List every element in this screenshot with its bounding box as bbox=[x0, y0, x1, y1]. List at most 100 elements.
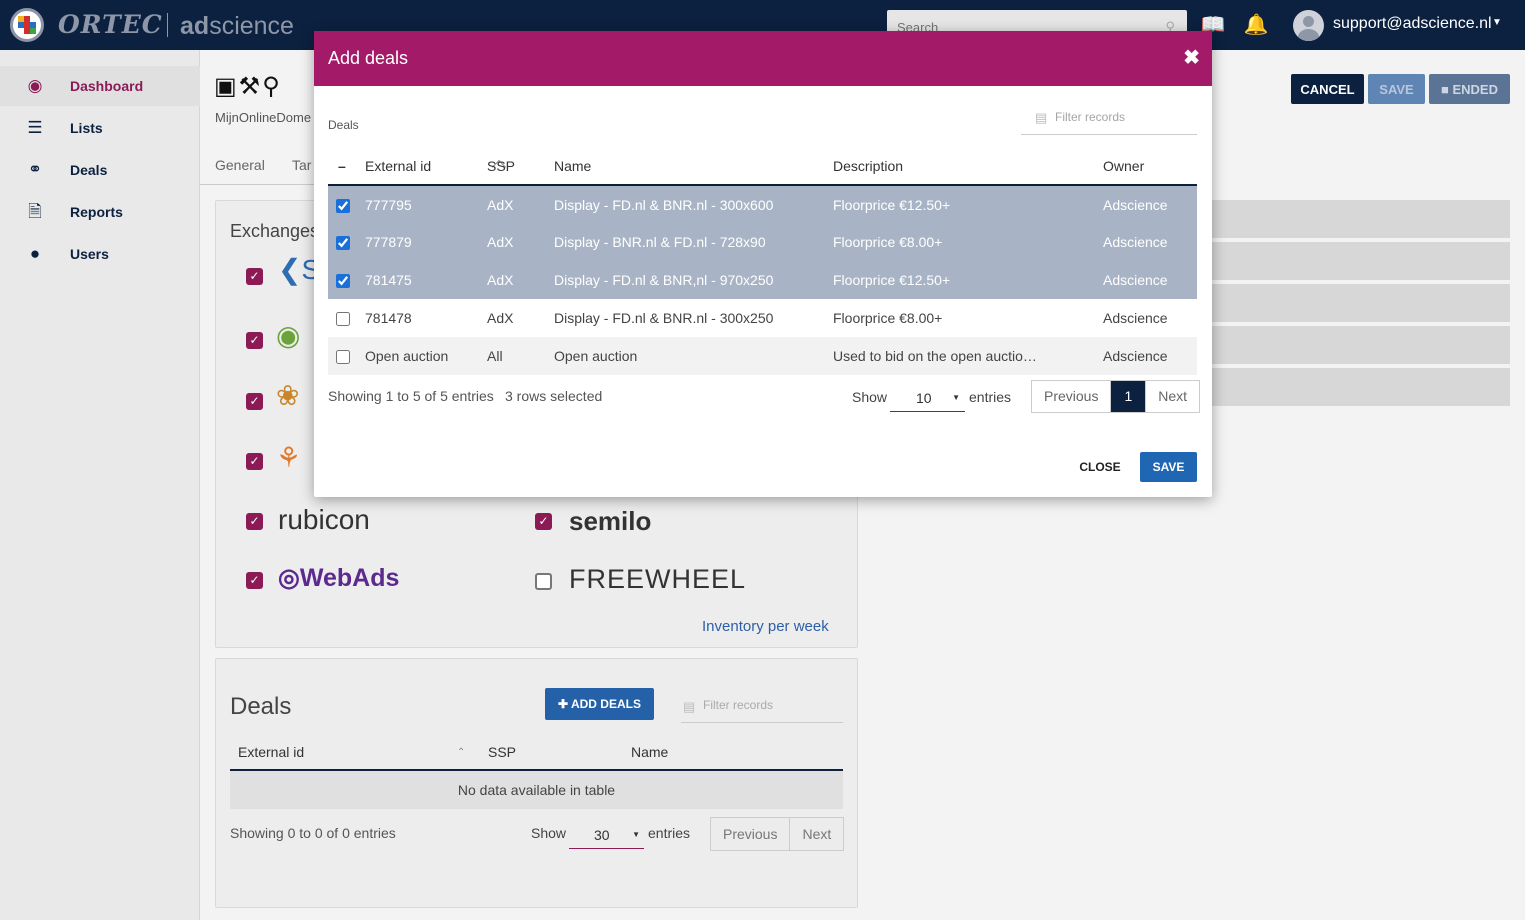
col-ssp[interactable]: SSP bbox=[487, 148, 554, 186]
caret-down-icon: ▼ bbox=[952, 393, 960, 402]
cell-owner: Adscience bbox=[1103, 299, 1197, 337]
table-row[interactable]: 777879 AdX Display - BNR.nl & FD.nl - 72… bbox=[328, 223, 1197, 261]
exchange-checkbox[interactable]: ✓ bbox=[246, 332, 263, 349]
sidebar-item-lists[interactable]: ☰ Lists bbox=[0, 108, 200, 148]
sidebar-item-users[interactable]: ● Users bbox=[0, 234, 200, 274]
sidebar-item-label: Lists bbox=[70, 120, 103, 136]
previous-button[interactable]: Previous bbox=[711, 818, 789, 850]
cell-description: Floorprice €12.50+ bbox=[833, 261, 1103, 299]
deals-card: Deals ✚ ADD DEALS ▤ Filter records Exter… bbox=[215, 658, 858, 908]
col-owner[interactable]: Owner bbox=[1103, 148, 1197, 186]
sidebar-item-dashboard[interactable]: ◉ Dashboard bbox=[0, 66, 200, 106]
col-name[interactable]: Name bbox=[554, 148, 833, 186]
user-email[interactable]: support@adscience.nl bbox=[1333, 15, 1492, 33]
cell-owner: Adscience bbox=[1103, 261, 1197, 299]
rows-selected-info: 3 rows selected bbox=[505, 388, 603, 404]
exchange-checkbox[interactable]: ✓ bbox=[246, 393, 263, 410]
page-type-icons: ▣⚒⚲ bbox=[214, 73, 282, 100]
cell-external-id: 777879 bbox=[365, 223, 487, 261]
sidebar: ◉ Dashboard ☰ Lists ⚭ Deals 🗎 Reports ● … bbox=[0, 50, 200, 920]
deals-label: Deals bbox=[328, 118, 359, 132]
cell-ssp: AdX bbox=[487, 261, 554, 299]
row-checkbox[interactable] bbox=[336, 350, 350, 365]
save-button[interactable]: SAVE bbox=[1140, 452, 1197, 482]
save-button[interactable]: SAVE bbox=[1368, 74, 1425, 104]
deals-filter[interactable]: ▤ Filter records bbox=[681, 695, 843, 723]
close-button[interactable]: CLOSE bbox=[1071, 452, 1129, 482]
ended-button[interactable]: ■ ENDED bbox=[1429, 74, 1510, 104]
col-name[interactable]: Name bbox=[631, 744, 668, 760]
exchange-checkbox[interactable]: ✓ bbox=[246, 513, 263, 530]
cell-name: Display - FD.nl & BNR,nl - 970x250 bbox=[554, 261, 833, 299]
exchange-checkbox[interactable]: ✓ bbox=[246, 572, 263, 589]
sidebar-item-deals[interactable]: ⚭ Deals bbox=[0, 150, 200, 190]
inventory-per-week-link[interactable]: Inventory per week bbox=[702, 618, 829, 635]
table-row[interactable]: Open auction All Open auction Used to bi… bbox=[328, 337, 1197, 375]
col-ssp[interactable]: SSP bbox=[488, 744, 516, 760]
filter-records[interactable]: ▤ bbox=[1021, 106, 1197, 135]
tab-targeting[interactable]: Tar bbox=[292, 157, 311, 173]
sidebar-item-label: Users bbox=[70, 246, 109, 262]
sort-asc-icon[interactable]: ⌃ bbox=[457, 747, 465, 758]
cell-name: Display - BNR.nl & FD.nl - 728x90 bbox=[554, 223, 833, 261]
page-subtitle: MijnOnlineDome bbox=[215, 110, 312, 125]
sidebar-item-reports[interactable]: 🗎 Reports bbox=[0, 192, 200, 232]
add-deals-modal: Add deals ✖ Deals ▤ – External id SSP Na… bbox=[314, 31, 1212, 497]
close-icon[interactable]: ✖ bbox=[1183, 45, 1200, 70]
page-size-select[interactable]: 10 ▼ bbox=[890, 381, 965, 412]
previous-button[interactable]: Previous bbox=[1032, 381, 1110, 412]
ortec-logo-icon bbox=[10, 8, 44, 42]
row-checkbox[interactable] bbox=[336, 312, 350, 327]
avatar[interactable] bbox=[1293, 10, 1324, 41]
add-deals-button[interactable]: ✚ ADD DEALS bbox=[545, 688, 654, 720]
cell-ssp: All bbox=[487, 337, 554, 375]
entries-label: entries bbox=[969, 389, 1012, 405]
col-external-id[interactable]: External id bbox=[365, 148, 507, 186]
sidebar-item-label: Reports bbox=[70, 204, 123, 220]
page-1-button[interactable]: 1 bbox=[1110, 381, 1146, 412]
bell-icon[interactable]: 🔔 bbox=[1243, 12, 1269, 38]
exchange-logo: ⚘ bbox=[276, 442, 302, 473]
table-row[interactable]: 781475 AdX Display - FD.nl & BNR,nl - 97… bbox=[328, 261, 1197, 299]
cell-ssp: AdX bbox=[487, 223, 554, 261]
list-icon: ☰ bbox=[27, 118, 43, 137]
exchange-checkbox[interactable]: ✓ bbox=[246, 268, 263, 285]
chevron-down-icon[interactable]: ▼ bbox=[1492, 17, 1502, 28]
cell-name: Display - FD.nl & BNR.nl - 300x250 bbox=[554, 299, 833, 337]
cell-external-id: Open auction bbox=[365, 337, 487, 375]
tab-general[interactable]: General bbox=[215, 157, 265, 173]
empty-table-message: No data available in table bbox=[230, 771, 843, 809]
filter-input[interactable] bbox=[1055, 110, 1195, 124]
page-size-select[interactable]: 30 ▼ bbox=[569, 819, 644, 849]
sidebar-item-label: Dashboard bbox=[70, 78, 144, 94]
dashboard-icon: ◉ bbox=[27, 76, 43, 95]
freewheel-logo: FREEWHEEL bbox=[569, 564, 747, 594]
row-checkbox[interactable] bbox=[336, 198, 350, 213]
exchange-logo: ❀ bbox=[276, 380, 300, 411]
deals-table-header: External id ⌃ SSP Name bbox=[230, 739, 843, 771]
sidebar-item-label: Deals bbox=[70, 162, 108, 178]
next-button[interactable]: Next bbox=[789, 818, 843, 850]
cell-description: Floorprice €12.50+ bbox=[833, 185, 1103, 223]
exchange-logo: ◉ bbox=[276, 320, 301, 351]
exchange-checkbox[interactable]: ✓ bbox=[535, 513, 552, 530]
exchange-checkbox[interactable]: ✓ bbox=[246, 453, 263, 470]
col-external-id[interactable]: External id bbox=[238, 744, 304, 760]
brand-adscience: adscience bbox=[180, 12, 294, 40]
select-all-toggle[interactable]: – bbox=[328, 148, 365, 186]
webads-logo: ◎WebAds bbox=[278, 564, 400, 592]
brand-ortec: ORTEC bbox=[58, 10, 163, 39]
row-checkbox[interactable] bbox=[336, 274, 350, 289]
cancel-button[interactable]: CANCEL bbox=[1291, 74, 1364, 104]
table-row[interactable]: 781478 AdX Display - FD.nl & BNR.nl - 30… bbox=[328, 299, 1197, 337]
show-label: Show bbox=[852, 389, 888, 405]
col-description[interactable]: Description bbox=[833, 148, 1103, 186]
cell-owner: Adscience bbox=[1103, 185, 1197, 223]
next-button[interactable]: Next bbox=[1145, 381, 1199, 412]
exchange-checkbox[interactable] bbox=[535, 573, 552, 590]
minus-icon: – bbox=[338, 158, 346, 174]
rubicon-logo: rubicon bbox=[278, 504, 370, 535]
table-row[interactable]: 777795 AdX Display - FD.nl & BNR.nl - 30… bbox=[328, 185, 1197, 223]
cell-name: Open auction bbox=[554, 337, 833, 375]
row-checkbox[interactable] bbox=[336, 236, 350, 251]
